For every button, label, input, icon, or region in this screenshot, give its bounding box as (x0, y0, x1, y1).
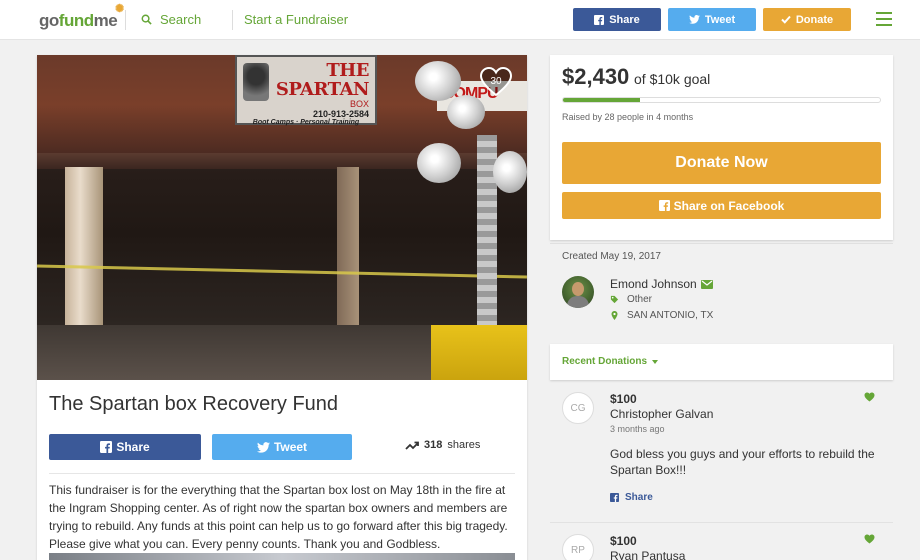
tag-icon (610, 295, 619, 304)
donor-initials-avatar: CG (562, 392, 594, 424)
favorite-heart-button[interactable]: 30 (480, 67, 512, 97)
recent-donations-dropdown[interactable]: Recent Donations (562, 356, 659, 367)
donate-now-button[interactable]: Donate Now (562, 142, 881, 184)
story-image (49, 553, 515, 560)
nav-divider (232, 10, 233, 30)
logo-fund: fund (58, 11, 94, 30)
header-tweet-label: Tweet (704, 13, 736, 26)
logo-me: me (93, 11, 118, 30)
heart-icon[interactable] (864, 392, 875, 402)
spartan-box-sign: THE SPARTAN BOX 210-913-2584 Boot Camps … (235, 55, 377, 126)
donation-item: RP $100 Ryan Pantusa (550, 534, 893, 560)
caret-down-icon (652, 359, 659, 364)
donor-initials-avatar: RP (562, 534, 594, 560)
nav-divider (125, 10, 126, 30)
gofundme-logo[interactable]: gofundme ✺ (39, 3, 124, 31)
start-fundraiser-link[interactable]: Start a Fundraiser (244, 12, 348, 27)
envelope-icon[interactable] (700, 279, 713, 289)
logo-go: go (39, 11, 59, 30)
sign-tagline: Boot Camps · Personal Training (252, 119, 360, 126)
share-label: Share (116, 440, 150, 454)
logo-sun-icon: ✺ (115, 3, 124, 15)
donation-amount: $100 (610, 534, 637, 548)
donation-amount: $100 (610, 392, 637, 406)
divider (550, 522, 893, 523)
donation-share-label: Share (625, 492, 653, 503)
organizer-location: SAN ANTONIO, TX (627, 310, 714, 321)
header-donate-button[interactable]: Donate (763, 8, 851, 31)
header-share-button[interactable]: Share (573, 8, 661, 31)
flood-lamp (417, 143, 461, 183)
heart-icon[interactable] (864, 534, 875, 544)
tweet-button[interactable]: Tweet (212, 434, 352, 460)
recent-donations-label: Recent Donations (562, 356, 648, 367)
hamburger-menu-icon[interactable] (876, 12, 892, 26)
top-nav-bar: gofundme ✺ Search Start a Fundraiser Sha… (0, 0, 920, 40)
raised-amount: $2,430 (562, 64, 630, 89)
shares-label: shares (447, 439, 481, 451)
share-on-facebook-button[interactable]: Share on Facebook (562, 192, 881, 219)
facebook-share-button[interactable]: Share (49, 434, 201, 460)
checkmark-icon (781, 15, 791, 24)
campaign-card: THE SPARTAN BOX 210-913-2584 Boot Camps … (37, 55, 527, 560)
donor-name: Christopher Galvan (610, 407, 714, 421)
donation-share-link[interactable]: Share (610, 492, 653, 503)
organizer-category: Other (627, 294, 653, 305)
facebook-icon (658, 200, 670, 211)
shares-number: 318 (424, 439, 443, 451)
facebook-icon (610, 493, 619, 502)
search-icon (141, 14, 152, 25)
divider (49, 473, 515, 474)
header-tweet-button[interactable]: Tweet (668, 8, 756, 31)
tweet-label: Tweet (273, 440, 308, 454)
twitter-icon (688, 15, 700, 24)
facebook-icon (594, 14, 605, 25)
generator (431, 325, 527, 380)
raised-by-text: Raised by 28 people in 4 months (562, 112, 694, 122)
header-donate-label: Donate (795, 13, 834, 26)
donation-item: CG $100 Christopher Galvan 3 months ago … (550, 392, 893, 512)
campaign-story: This fundraiser is for the everything th… (49, 483, 508, 551)
progress-bar (562, 97, 881, 103)
donation-time: 3 months ago (610, 424, 665, 434)
facebook-icon (100, 441, 113, 453)
flood-lamp (493, 151, 527, 193)
campaign-photo: THE SPARTAN BOX 210-913-2584 Boot Camps … (37, 55, 527, 380)
search-label: Search (160, 12, 202, 27)
created-date: Created May 19, 2017 (562, 251, 661, 262)
map-pin-icon (611, 311, 618, 320)
goal-text: of $10k goal (634, 71, 711, 87)
trending-icon (405, 441, 419, 450)
progress-fill (563, 98, 641, 102)
recent-donations-header[interactable]: Recent Donations (550, 344, 893, 380)
donor-name: Ryan Pantusa (610, 549, 686, 560)
organizer-name-row: Emond Johnson (610, 277, 713, 291)
flood-lamp (415, 61, 461, 101)
organizer-category-row: Other (610, 294, 652, 305)
spartan-helmet-logo (243, 63, 269, 101)
organizer-location-row: SAN ANTONIO, TX (610, 310, 713, 321)
campaign-title: The Spartan box Recovery Fund (49, 393, 339, 415)
twitter-icon (256, 441, 270, 453)
shares-count: 318 shares (405, 439, 480, 451)
donation-message: God bless you guys and your efforts to r… (610, 447, 875, 477)
sign-phone: 210-913-2584 (312, 109, 369, 119)
heart-count: 30 (490, 75, 502, 87)
flood-lamp (447, 95, 485, 129)
organizer-name[interactable]: Emond Johnson (610, 277, 697, 291)
divider (550, 243, 893, 244)
search-link[interactable]: Search (141, 12, 201, 27)
header-share-label: Share (609, 13, 640, 26)
share-on-facebook-label: Share on Facebook (673, 198, 785, 213)
donation-card: $2,430 of $10k goal Raised by 28 people … (550, 55, 893, 240)
organizer-avatar[interactable] (562, 276, 594, 308)
